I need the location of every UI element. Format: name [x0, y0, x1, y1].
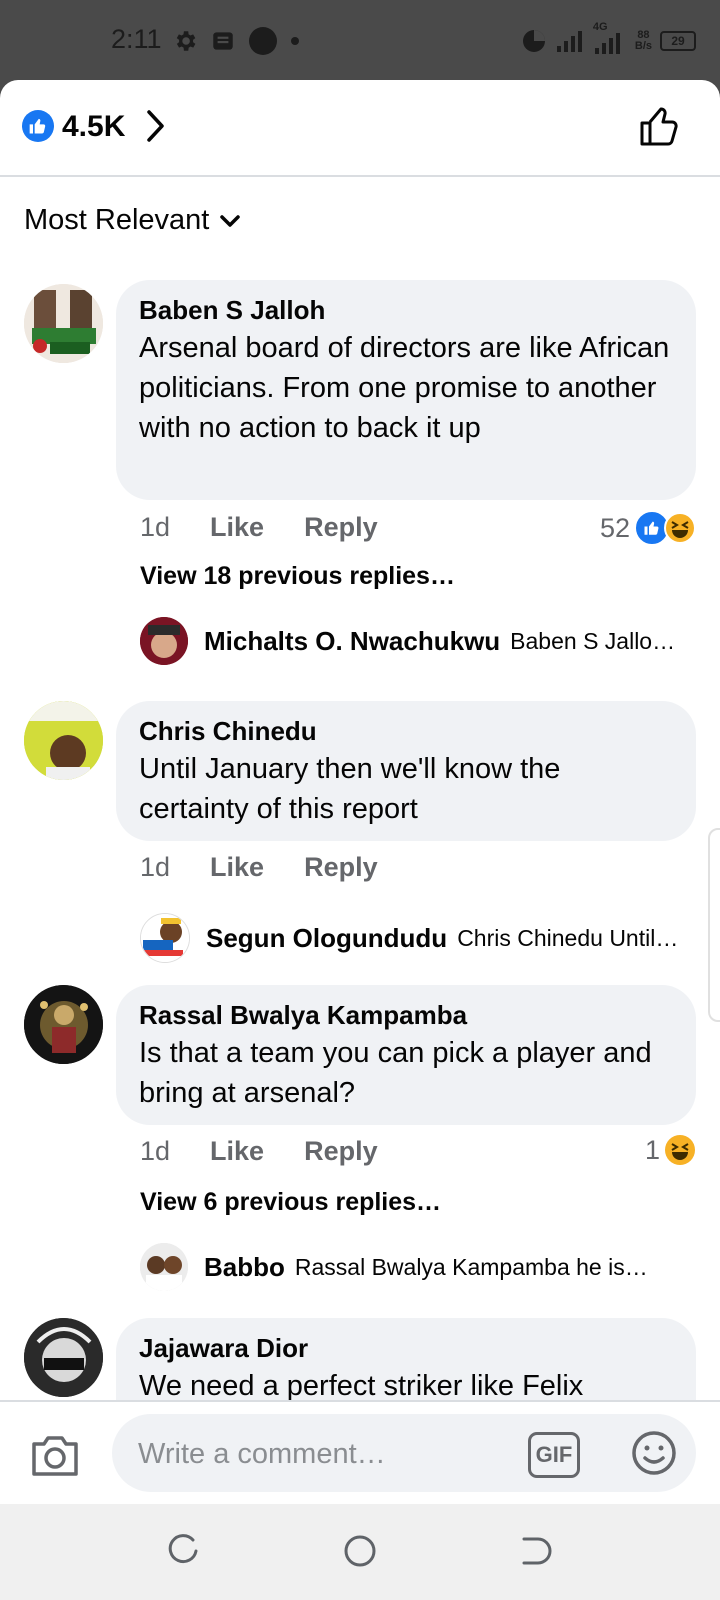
signal-4g: 4G — [593, 22, 627, 56]
reply-preview[interactable]: Segun Ologundudu Chris Chinedu Until… — [140, 913, 700, 963]
gif-button[interactable]: GIF — [528, 1432, 580, 1478]
avatar[interactable] — [24, 284, 103, 363]
reaction-count[interactable]: 4.5K — [62, 110, 125, 144]
reply-avatar[interactable] — [140, 913, 190, 963]
avatar[interactable] — [24, 701, 103, 780]
like-button[interactable]: Like — [210, 1136, 264, 1167]
comment-bubble[interactable]: Baben S Jalloh Arsenal board of director… — [116, 280, 696, 500]
reply-author[interactable]: Segun Ologundudu — [206, 923, 447, 954]
message-icon — [213, 32, 233, 50]
chevron-right-icon[interactable] — [146, 108, 166, 144]
haha-reaction-icon — [664, 512, 696, 544]
reply-button[interactable]: Reply — [304, 512, 378, 543]
system-navigation-bar — [0, 1504, 720, 1600]
data-saver-icon — [522, 30, 545, 52]
comment-text: Until January then we'll know the certai… — [139, 753, 561, 825]
reply-avatar[interactable] — [140, 1243, 188, 1291]
reply-text: Chris Chinedu Until… — [457, 924, 679, 951]
comment-text: Is that a team you can pick a player and… — [139, 1037, 652, 1109]
reply-author[interactable]: Babbo — [204, 1252, 285, 1283]
comment-author[interactable]: Jajawara Dior — [139, 1332, 676, 1364]
status-notification-icons — [172, 26, 300, 56]
like-button[interactable]: Like — [210, 512, 264, 543]
chevron-down-icon — [220, 214, 241, 227]
comment-input[interactable] — [136, 1431, 520, 1477]
net-speed-unit: B/s — [634, 40, 652, 52]
app-notification-icon — [249, 27, 277, 55]
comment-reaction-count: 52 — [599, 512, 630, 543]
avatar[interactable] — [24, 985, 103, 1064]
comment-time: 1d — [140, 1136, 171, 1166]
avatar[interactable] — [24, 1318, 103, 1397]
reply-preview[interactable]: Babbo Rassal Bwalya Kampamba he is… — [140, 1243, 700, 1291]
comment-actions: 1d Like Reply — [140, 1136, 378, 1167]
status-bar: 2:11 4G 88 B/s 29 — [0, 0, 720, 80]
comment-composer: GIF — [0, 1400, 720, 1506]
status-time: 2:11 — [111, 24, 162, 54]
net-speed: 88 B/s — [635, 30, 652, 52]
emoji-icon[interactable] — [630, 1429, 678, 1477]
settings-gear-icon — [176, 31, 196, 51]
comment-author[interactable]: Baben S Jalloh — [139, 294, 676, 326]
reply-text: Rassal Bwalya Kampamba he is… — [294, 1253, 648, 1280]
reply-avatar[interactable] — [140, 617, 188, 665]
reactions-header[interactable]: 4.5K — [0, 80, 720, 177]
reply-text: Baben S Jallo… — [510, 627, 676, 654]
comment-time: 1d — [140, 512, 171, 542]
view-previous-replies[interactable]: View 6 previous replies… — [140, 1188, 441, 1217]
comment-reaction-count: 1 — [644, 1134, 660, 1165]
comment-actions: 1d Like Reply — [140, 512, 378, 543]
comments-sheet: 4.5K Most Relevant Baben S Jalloh Arsena… — [0, 80, 720, 1500]
comment-input-container: GIF — [112, 1414, 696, 1492]
comment-bubble[interactable]: Rassal Bwalya Kampamba Is that a team yo… — [116, 985, 696, 1125]
haha-reaction-icon — [664, 1134, 696, 1166]
scroll-handle[interactable] — [708, 828, 720, 1022]
comment-author[interactable]: Chris Chinedu — [139, 715, 676, 747]
comment-actions: 1d Like Reply — [140, 852, 378, 883]
view-previous-replies[interactable]: View 18 previous replies… — [140, 562, 455, 591]
like-reaction-icon — [22, 110, 54, 142]
comment-text: Arsenal board of directors are like Afri… — [139, 332, 670, 444]
comment-reaction-summary[interactable]: 52 — [600, 510, 696, 546]
comment-reaction-summary[interactable]: 1 — [645, 1134, 696, 1166]
signal-strength-4g-icon — [594, 33, 620, 54]
status-system-icons: 4G 88 B/s 29 — [521, 22, 696, 58]
back-icon[interactable] — [518, 1534, 552, 1568]
battery-indicator: 29 — [660, 31, 696, 51]
more-notifications-dot-icon — [291, 37, 299, 45]
reply-preview[interactable]: Michalts O. Nwachukwu Baben S Jallo… — [140, 617, 700, 665]
reply-author[interactable]: Michalts O. Nwachukwu — [204, 626, 500, 657]
comment-author[interactable]: Rassal Bwalya Kampamba — [139, 999, 676, 1031]
like-thumb-icon[interactable] — [638, 104, 682, 148]
reply-button[interactable]: Reply — [304, 1136, 378, 1167]
camera-icon[interactable] — [30, 1432, 80, 1478]
signal-strength-icon — [556, 31, 582, 52]
reply-button[interactable]: Reply — [304, 852, 378, 883]
recent-apps-icon[interactable] — [166, 1534, 200, 1568]
comment-time: 1d — [140, 852, 171, 882]
sort-label: Most Relevant — [24, 204, 210, 236]
comment-bubble[interactable]: Chris Chinedu Until January then we'll k… — [116, 701, 696, 841]
sort-dropdown[interactable]: Most Relevant — [24, 204, 241, 237]
home-icon[interactable] — [343, 1534, 377, 1568]
like-button[interactable]: Like — [210, 852, 264, 883]
